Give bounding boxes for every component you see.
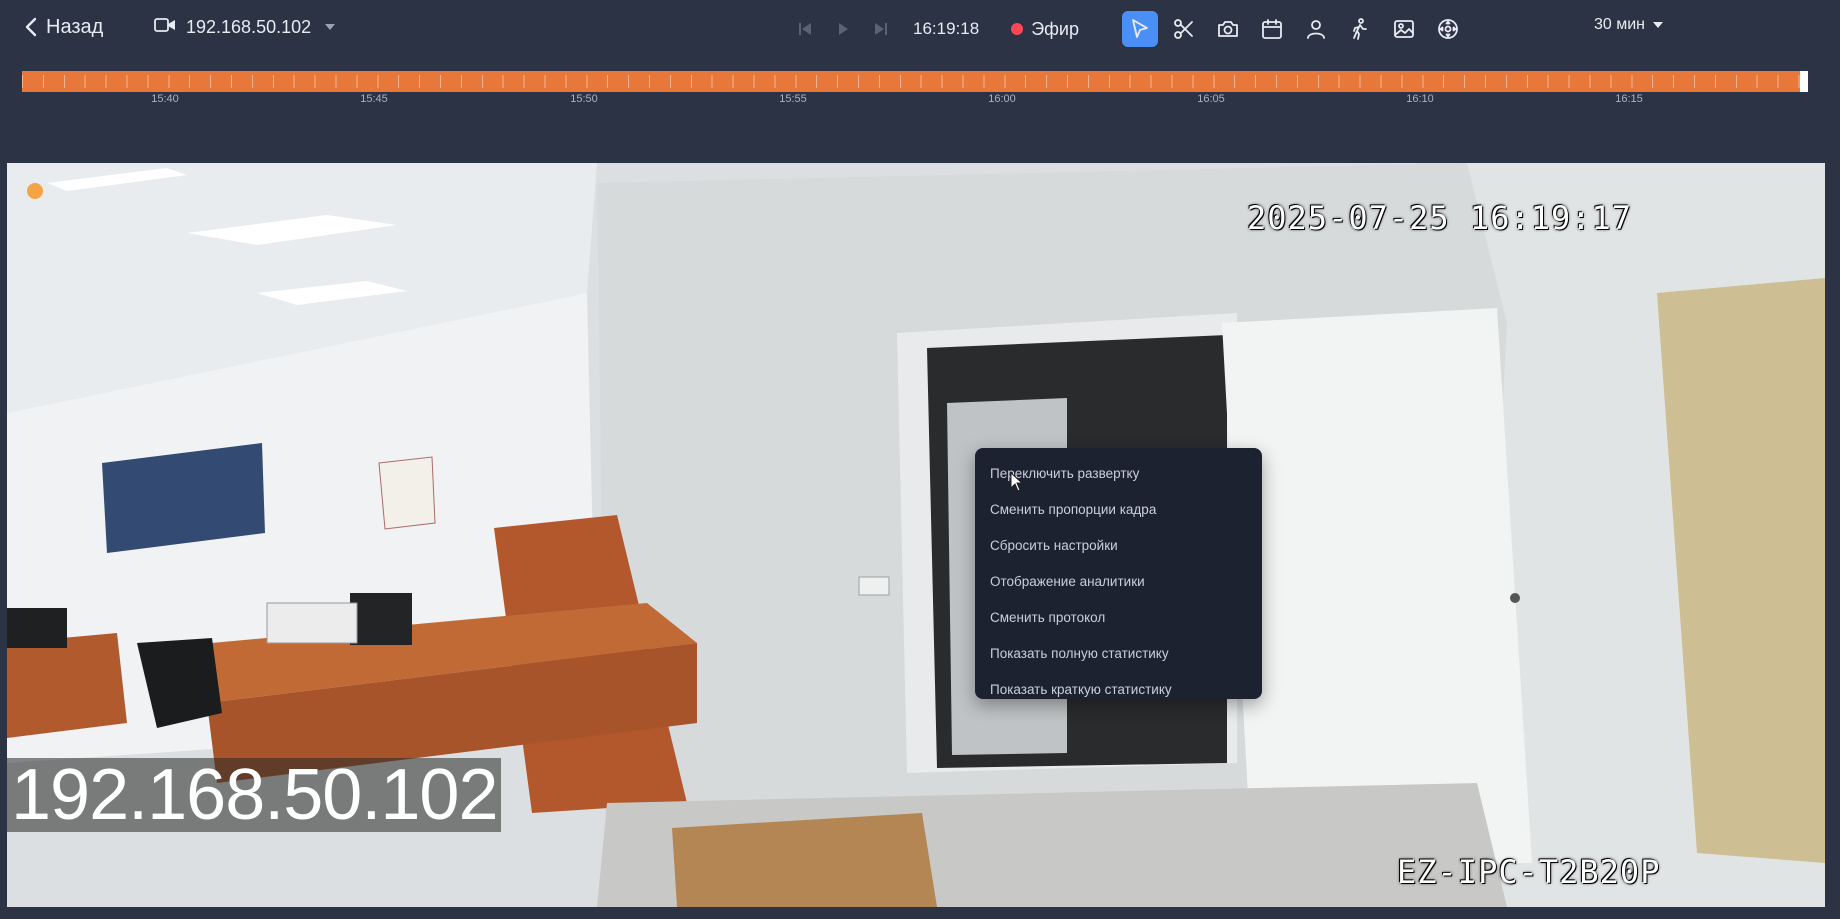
camera-name: 192.168.50.102 (186, 16, 312, 37)
timeline-label: 16:15 (1615, 93, 1643, 105)
tool-motion[interactable] (1342, 11, 1378, 47)
timeline-labels: 15:40 15:45 15:50 15:55 16:00 16:05 16:1… (22, 93, 1808, 107)
video-camera-icon (154, 17, 176, 38)
menu-item-analytics[interactable]: Отображение аналитики (975, 565, 1262, 601)
menu-item-aspect-ratio[interactable]: Сменить пропорции кадра (975, 493, 1262, 529)
chevron-down-icon (1653, 22, 1664, 28)
osd-camera-model: EZ-IPC-T2B20P (1397, 853, 1661, 891)
chevron-down-icon (325, 24, 336, 30)
tool-pointer[interactable] (1122, 11, 1158, 47)
scissors-icon (1174, 19, 1193, 39)
range-label: 30 мин (1594, 16, 1646, 33)
current-time: 16:19:18 (913, 19, 980, 38)
walking-person-icon (1353, 18, 1367, 40)
playback-controls: 16:19:18 Эфир (795, 12, 1079, 46)
tool-snapshot[interactable] (1210, 11, 1246, 47)
toolbar (1122, 11, 1466, 47)
skip-forward-icon (875, 23, 887, 35)
image-icon (1394, 20, 1414, 38)
menu-item-full-stats[interactable]: Показать полную статистику (975, 637, 1262, 673)
back-button[interactable]: Назад (24, 12, 103, 42)
recording-indicator-icon (27, 183, 43, 199)
tool-scissors[interactable] (1166, 11, 1202, 47)
menu-item-short-stats[interactable]: Показать краткую статистику (975, 673, 1262, 709)
menu-item-change-protocol[interactable]: Сменить протокол (975, 601, 1262, 637)
back-label: Назад (46, 15, 104, 38)
skip-forward-button[interactable] (871, 19, 891, 39)
skip-back-button[interactable] (795, 19, 815, 39)
osd-timestamp: 2025-07-25 16:19:17 (1247, 199, 1633, 237)
pointer-icon (1132, 19, 1148, 38)
camera-select[interactable]: 192.168.50.102 (154, 12, 336, 42)
play-button[interactable] (833, 19, 853, 39)
timeline-label: 16:00 (988, 93, 1016, 105)
timeline-label: 16:05 (1197, 93, 1225, 105)
tool-person[interactable] (1298, 11, 1334, 47)
ptz-control-icon (1438, 19, 1458, 39)
time-range-select[interactable]: 30 мин (1594, 16, 1664, 34)
tool-calendar[interactable] (1254, 11, 1290, 47)
top-bar: Назад 192.168.50.102 16:19:18 Эфир 30 ми… (0, 0, 1840, 62)
live-button[interactable]: Эфир (1011, 19, 1079, 40)
timeline-label: 16:10 (1406, 93, 1434, 105)
timeline-label: 15:45 (360, 93, 388, 105)
menu-item-reset-settings[interactable]: Сбросить настройки (975, 529, 1262, 565)
timeline-label: 15:50 (570, 93, 598, 105)
person-icon (1307, 20, 1325, 39)
timeline-bar[interactable] (22, 71, 1808, 92)
timeline-playhead[interactable] (1800, 71, 1808, 92)
camera-icon (1218, 21, 1238, 37)
tool-ptz[interactable] (1430, 11, 1466, 47)
camera-ip-overlay: 192.168.50.102 (7, 758, 502, 832)
play-icon (839, 23, 848, 35)
timeline-ticks (22, 71, 1808, 92)
calendar-icon (1262, 19, 1282, 39)
chevron-left-icon (25, 17, 37, 37)
video-player[interactable]: 2025-07-25 16:19:17 EZ-IPC-T2B20P 192.16… (7, 163, 1825, 907)
skip-back-icon (799, 23, 811, 35)
tool-gallery[interactable] (1386, 11, 1422, 47)
timeline-label: 15:55 (779, 93, 807, 105)
live-label: Эфир (1031, 18, 1079, 39)
timeline-label: 15:40 (151, 93, 179, 105)
mouse-cursor-icon (1010, 472, 1024, 492)
live-dot-icon (1011, 23, 1024, 35)
